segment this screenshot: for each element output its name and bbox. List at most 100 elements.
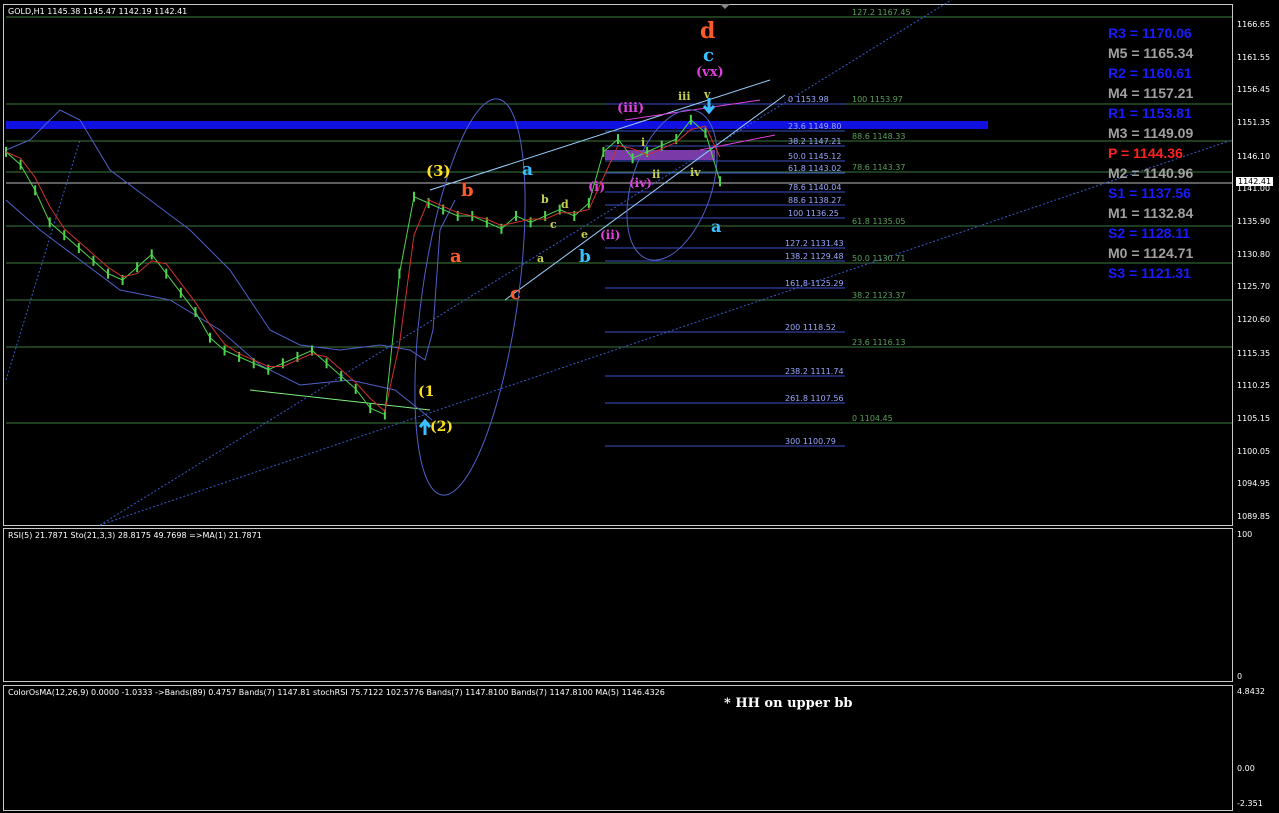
osma-pane[interactable]: ColorOsMA(12,26,9) 0.0000 -1.0333 ->Band… xyxy=(3,685,1233,811)
wave-label-w2: (2) xyxy=(430,419,453,435)
pivot-label-0: R3 = 1170.06 xyxy=(1108,25,1192,41)
wave-label-iv_sm: iv xyxy=(690,166,701,179)
price-tick-15: 1089.85 xyxy=(1237,512,1271,521)
price-axis: 1166.65 1161.55 1156.45 1151.35 1146.10 1141.… xyxy=(1234,4,1279,526)
left-dotted-trendline xyxy=(5,139,81,381)
wave-label-vx: (vx) xyxy=(696,65,724,80)
wave-label-iii_sm: iii xyxy=(678,90,691,103)
fib-blue-label-9: 138.2 1129.48 xyxy=(785,252,844,261)
fib-green-label-2: 88.6 1148.33 xyxy=(852,132,906,141)
wave-label-b_sm: b xyxy=(541,193,549,206)
wave-label-b_cyan: b xyxy=(579,247,591,267)
price-tick-4: 1146.10 xyxy=(1237,151,1271,161)
fib-blue-label-12: 238.2 1111.74 xyxy=(785,367,844,376)
price-ma-line xyxy=(5,125,721,413)
wave-label-a_sm: a xyxy=(537,252,545,265)
wave-label-w3: (3) xyxy=(426,162,451,180)
fib-green-label-1: 100 1153.97 xyxy=(852,95,903,104)
fib-blue-label-8: 127.2 1131.43 xyxy=(785,239,844,248)
bb-lower xyxy=(5,199,433,421)
price-tick-14: 1094.95 xyxy=(1237,479,1271,489)
wave-label-e_sm: e xyxy=(581,228,588,241)
pivot-label-12: S3 = 1121.31 xyxy=(1108,265,1191,281)
price-tick-3: 1151.35 xyxy=(1237,118,1271,128)
wave-label-v: v xyxy=(704,88,711,101)
current-price-tag: 1142.41 xyxy=(1236,177,1274,186)
price-tick-8: 1125.70 xyxy=(1237,282,1271,292)
wave-label-d_sm: d xyxy=(561,198,569,211)
price-series-line xyxy=(5,119,721,416)
fib-green-label-6: 38.2 1123.37 xyxy=(852,291,906,300)
fib-green-label-7: 23.6 1116.13 xyxy=(852,338,906,347)
pivot-label-11: M0 = 1124.71 xyxy=(1108,245,1194,261)
pivot-label-6: P = 1144.36 xyxy=(1108,145,1183,161)
wave-label-a_cyan: a xyxy=(522,160,534,180)
wave-label-i_sm: i xyxy=(641,136,646,149)
wave-label-c_red: c xyxy=(510,283,521,304)
fib-green-label-5: 50.0 1130.71 xyxy=(852,254,906,263)
wave-label-c_sm: c xyxy=(550,218,557,231)
fib-green-label-8: 0 1104.45 xyxy=(852,414,893,423)
rsi-tick-0: 0 xyxy=(1237,672,1243,681)
wave-label-a_red: a xyxy=(450,246,462,267)
fib-blue-label-10: 161.8 1125.29 xyxy=(785,279,844,288)
magenta-line-2 xyxy=(699,134,776,151)
wave-label-iii: (iii) xyxy=(617,101,645,116)
wave-label-c_top: c xyxy=(703,45,714,66)
osma-title: ColorOsMA(12,26,9) 0.0000 -1.0333 ->Band… xyxy=(8,688,665,697)
price-tick-1: 1161.55 xyxy=(1237,52,1271,62)
pivot-label-9: M1 = 1132.84 xyxy=(1108,205,1194,221)
fib-green-label-0: 127.2 1167.45 xyxy=(852,8,911,17)
fib-blue-label-11: 200 1118.52 xyxy=(785,323,836,332)
price-tick-12: 1105.15 xyxy=(1237,413,1271,423)
rsi-tick-100: 100 xyxy=(1237,530,1253,539)
price-tick-2: 1156.45 xyxy=(1237,85,1271,95)
wave-label-a_cyan2: a xyxy=(711,217,722,236)
fib-blue-label-0: 0 1153.98 xyxy=(788,95,829,104)
annotation-note: * HH on upper bb xyxy=(724,696,853,711)
wave-label-i: (i) xyxy=(588,180,606,195)
rsi-title: RSI(5) 21.7871 Sto(21,3,3) 28.8175 49.76… xyxy=(8,531,262,540)
pivot-label-4: R1 = 1153.81 xyxy=(1108,105,1192,121)
fib-blue-label-2: 38.2 1147.21 xyxy=(788,137,842,146)
fib-blue-label-1: 23.6 1149.80 xyxy=(788,122,842,131)
pivot-label-5: M3 = 1149.09 xyxy=(1108,125,1194,141)
wave-label-w1: (1 xyxy=(418,384,435,400)
lower-dotted-trendline xyxy=(99,139,1233,526)
fib-blue-label-14: 300 1100.79 xyxy=(785,437,836,446)
wave-label-b_red: b xyxy=(461,180,474,201)
fib-blue-label-5: 78.6 1140.04 xyxy=(788,183,842,192)
wave-label-ii_sm: ii xyxy=(652,168,661,181)
fib-blue-label-4: 61.8 1143.02 xyxy=(788,164,842,173)
price-tick-7: 1130.80 xyxy=(1237,249,1271,259)
fib-green-label-3: 78.6 1143.37 xyxy=(852,163,906,172)
up-arrow-icon xyxy=(418,418,432,435)
rsi-pane[interactable]: RSI(5) 21.7871 Sto(21,3,3) 28.8175 49.76… xyxy=(3,528,1233,682)
pivot-label-8: S1 = 1137.56 xyxy=(1108,185,1191,201)
price-tick-9: 1120.60 xyxy=(1237,315,1271,324)
bb-upper xyxy=(5,109,456,361)
fib-blue-label-6: 88.6 1138.27 xyxy=(788,196,842,205)
ellipse-left xyxy=(414,98,526,496)
pivot-label-7: M2 = 1140.96 xyxy=(1108,165,1194,181)
pivot-label-1: M5 = 1165.34 xyxy=(1108,45,1194,61)
pivot-label-2: R2 = 1160.61 xyxy=(1108,65,1192,81)
osma-tick-min: -2.351 xyxy=(1237,799,1263,808)
osma-tick-max: 4.8432 xyxy=(1237,687,1265,696)
price-tick-6: 1135.90 xyxy=(1237,216,1271,226)
wave-label-d_top: d xyxy=(700,18,716,44)
fib-blue-label-13: 261.8 1107.56 xyxy=(785,394,844,403)
price-tick-10: 1115.35 xyxy=(1237,348,1271,358)
wave-label-iv: (iv) xyxy=(629,176,652,190)
osma-tick-zero: 0.00 xyxy=(1237,764,1255,773)
price-tick-13: 1100.05 xyxy=(1237,446,1271,456)
scroll-marker-icon xyxy=(720,4,730,9)
fib-blue-label-7: 100 1136.25 xyxy=(788,209,839,218)
fib-green-label-4: 61.8 1135.05 xyxy=(852,217,906,226)
green-support-line xyxy=(249,389,431,411)
rsi-axis: 100 0 xyxy=(1234,528,1279,682)
wave-label-ii: (ii) xyxy=(600,228,621,242)
pivot-label-10: S2 = 1128.11 xyxy=(1108,225,1191,241)
pivot-label-3: M4 = 1157.21 xyxy=(1108,85,1194,101)
osma-axis: 4.8432 0.00 -2.351 xyxy=(1234,685,1279,811)
